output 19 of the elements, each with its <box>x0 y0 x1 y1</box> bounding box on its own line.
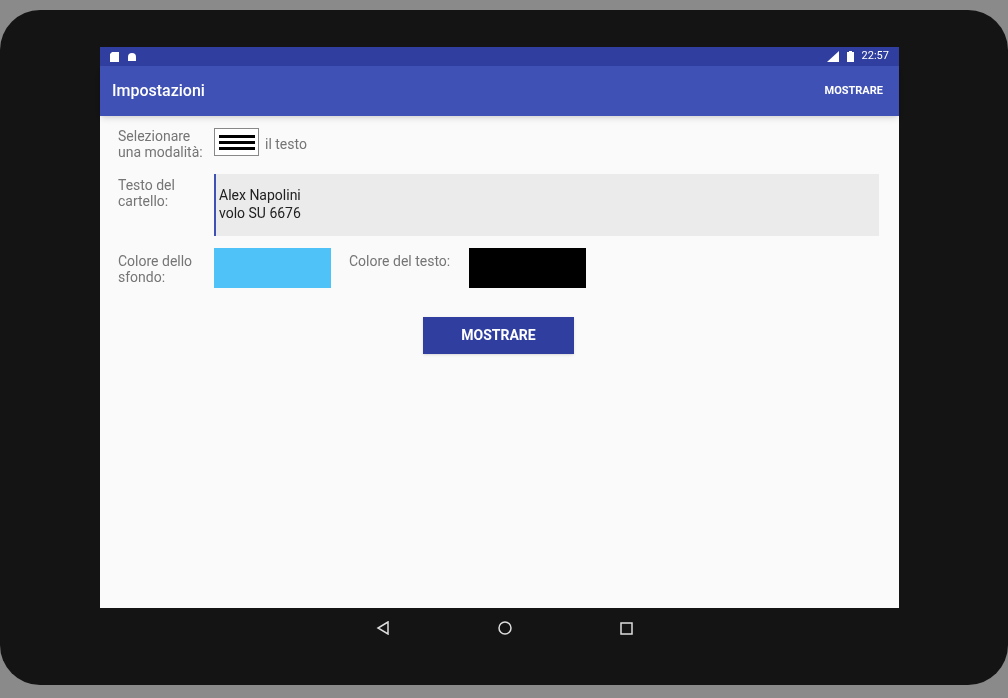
app-title: Impostazioni <box>112 80 205 102</box>
sign-text-field[interactable]: Alex Napolini volo SU 6676 <box>214 174 879 236</box>
color-label: Colore del testo: <box>349 252 452 271</box>
signal-icon <box>826 51 839 62</box>
show-button[interactable]: MOSTRARE <box>423 317 574 354</box>
color-swatch[interactable] <box>469 248 586 288</box>
battery-icon <box>846 51 854 62</box>
mode-selector[interactable] <box>214 128 259 156</box>
sign-text-label: Testo del cartello: <box>118 176 176 211</box>
back-icon[interactable] <box>375 621 390 635</box>
mode-label: Selezionare una modalità: <box>118 128 204 160</box>
clock-time: 22:57 <box>861 48 889 65</box>
mode-option: il testo <box>265 134 307 155</box>
color-swatch[interactable] <box>214 248 331 288</box>
home-icon[interactable] <box>497 621 512 635</box>
sd-card-icon <box>110 51 119 62</box>
show-action[interactable]: MOSTRARE <box>824 82 887 100</box>
overview-icon[interactable] <box>619 621 633 635</box>
color-label: Colore dello sfondo: <box>118 252 194 287</box>
